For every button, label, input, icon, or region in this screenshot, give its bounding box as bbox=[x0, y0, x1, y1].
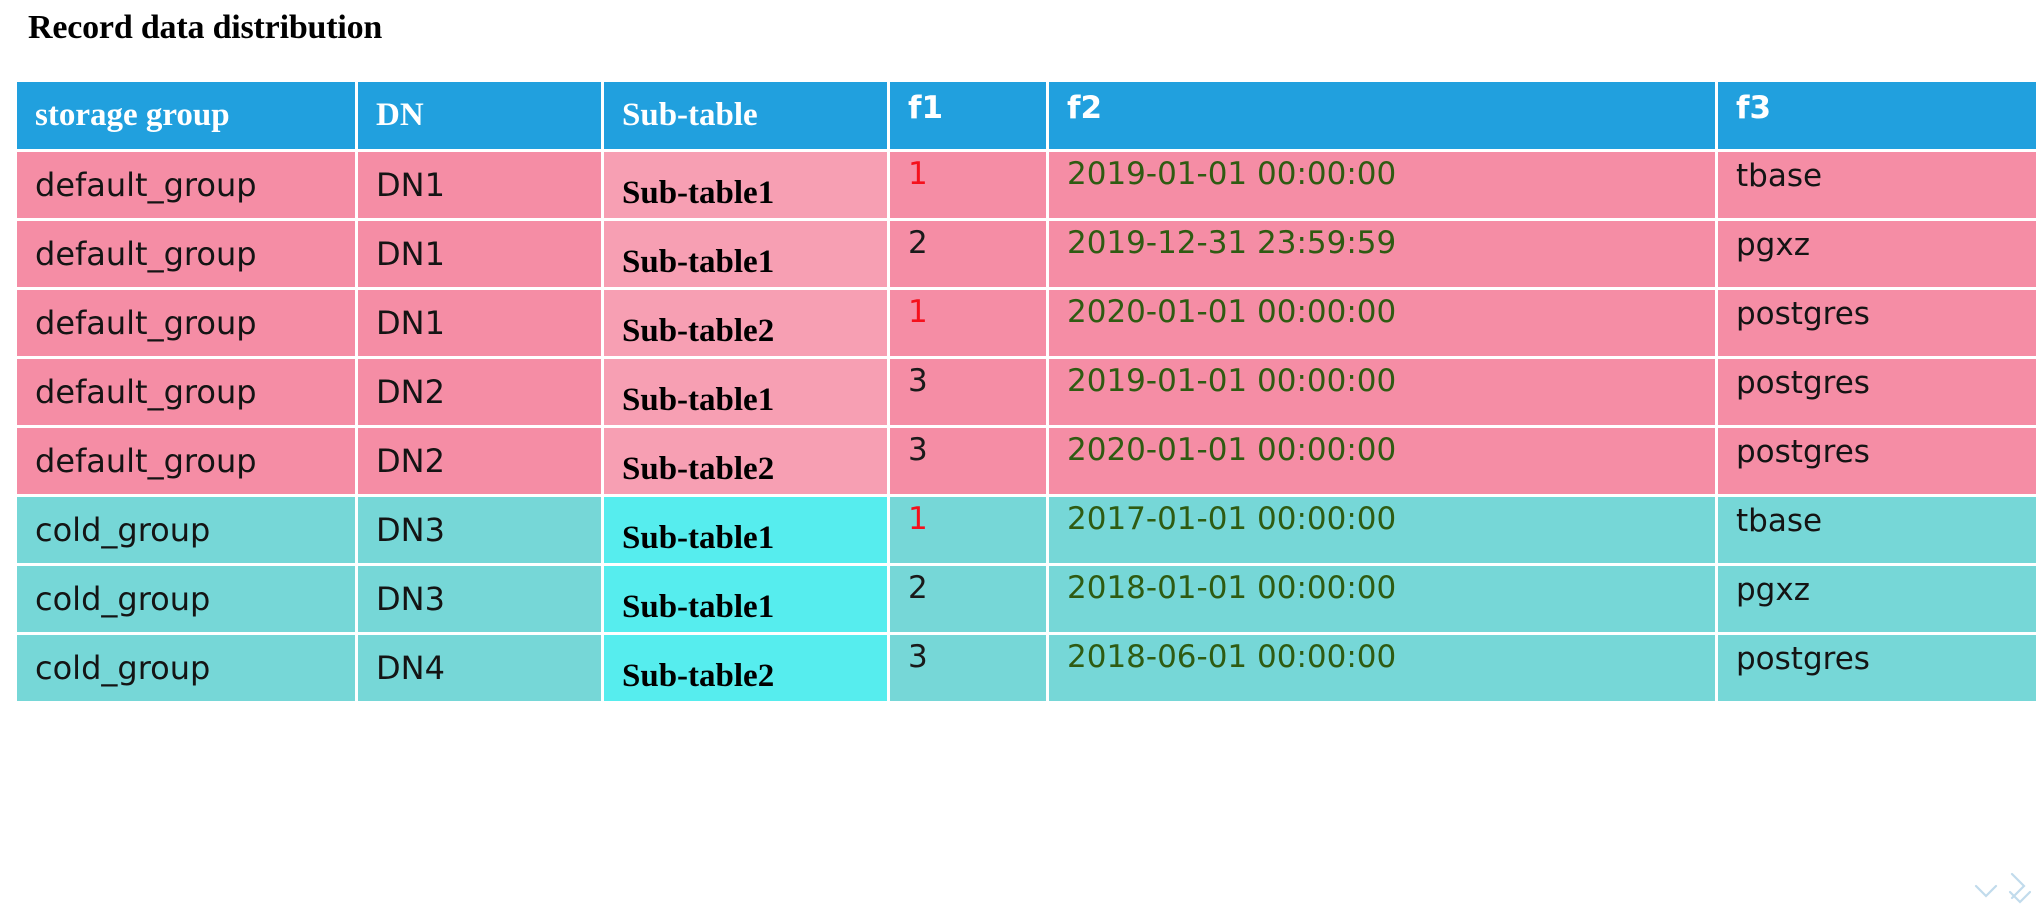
column-header-f2[interactable]: f2 bbox=[1049, 82, 1715, 149]
cell-f1: 3 bbox=[890, 635, 1046, 701]
table-row[interactable]: default_group DN1 Sub-table1 1 2019-01-01 00… bbox=[17, 152, 2036, 218]
cell-sub-table: Sub-table1 bbox=[604, 359, 887, 425]
cell-dn: DN1 bbox=[358, 152, 601, 218]
cell-f3: postgres bbox=[1718, 290, 2036, 356]
cell-storage-group: default_group bbox=[17, 221, 355, 287]
cell-f3: postgres bbox=[1718, 635, 2036, 701]
cell-f2: 2020-01-01 00:00:00 bbox=[1049, 290, 1715, 356]
cell-storage-group: default_group bbox=[17, 290, 355, 356]
cell-dn: DN2 bbox=[358, 359, 601, 425]
column-header-sub-table[interactable]: Sub-table bbox=[604, 82, 887, 149]
cell-dn: DN2 bbox=[358, 428, 601, 494]
cell-dn: DN3 bbox=[358, 497, 601, 563]
cell-f3: pgxz bbox=[1718, 221, 2036, 287]
cell-f1: 1 bbox=[890, 152, 1046, 218]
cell-sub-table: Sub-table1 bbox=[604, 221, 887, 287]
column-header-f1[interactable]: f1 bbox=[890, 82, 1046, 149]
cell-dn: DN4 bbox=[358, 635, 601, 701]
table-header: storage group DN Sub-table f1 f2 f3 bbox=[17, 82, 2036, 149]
record-distribution-table: storage group DN Sub-table f1 f2 f3 defa… bbox=[14, 79, 2036, 704]
record-distribution-table-wrap: storage group DN Sub-table f1 f2 f3 defa… bbox=[14, 79, 2036, 894]
cell-f1: 2 bbox=[890, 566, 1046, 632]
table-row[interactable]: default_group DN1 Sub-table2 1 2020-01-01 00… bbox=[17, 290, 2036, 356]
cell-storage-group: default_group bbox=[17, 152, 355, 218]
table-row[interactable]: cold_group DN4 Sub-table2 3 2018-06-01 00:00… bbox=[17, 635, 2036, 701]
table-row[interactable]: default_group DN2 Sub-table2 3 2020-01-01 00… bbox=[17, 428, 2036, 494]
column-header-dn[interactable]: DN bbox=[358, 82, 601, 149]
cell-f3: postgres bbox=[1718, 428, 2036, 494]
cell-sub-table: Sub-table2 bbox=[604, 428, 887, 494]
cell-f1: 1 bbox=[890, 290, 1046, 356]
cell-storage-group: default_group bbox=[17, 359, 355, 425]
cell-f2: 2017-01-01 00:00:00 bbox=[1049, 497, 1715, 563]
table-row[interactable]: cold_group DN3 Sub-table1 2 2018-01-01 00:00… bbox=[17, 566, 2036, 632]
cell-f1: 3 bbox=[890, 359, 1046, 425]
table-body: default_group DN1 Sub-table1 1 2019-01-01 00… bbox=[17, 152, 2036, 701]
cell-storage-group: default_group bbox=[17, 428, 355, 494]
cell-f3: pgxz bbox=[1718, 566, 2036, 632]
cell-f2: 2018-01-01 00:00:00 bbox=[1049, 566, 1715, 632]
column-header-f3[interactable]: f3 bbox=[1718, 82, 2036, 149]
cell-f1: 2 bbox=[890, 221, 1046, 287]
cell-storage-group: cold_group bbox=[17, 497, 355, 563]
page-root: Record data distribution storage group D… bbox=[0, 0, 2036, 908]
cell-storage-group: cold_group bbox=[17, 566, 355, 632]
cell-f2: 2019-01-01 00:00:00 bbox=[1049, 359, 1715, 425]
cell-f2: 2019-01-01 00:00:00 bbox=[1049, 152, 1715, 218]
cell-f3: tbase bbox=[1718, 152, 2036, 218]
cell-f2: 2018-06-01 00:00:00 bbox=[1049, 635, 1715, 701]
cell-storage-group: cold_group bbox=[17, 635, 355, 701]
table-row[interactable]: default_group DN2 Sub-table1 3 2019-01-01 00… bbox=[17, 359, 2036, 425]
cell-f1: 1 bbox=[890, 497, 1046, 563]
cell-f2: 2020-01-01 00:00:00 bbox=[1049, 428, 1715, 494]
cell-sub-table: Sub-table1 bbox=[604, 497, 887, 563]
cell-dn: DN3 bbox=[358, 566, 601, 632]
cell-f3: postgres bbox=[1718, 359, 2036, 425]
cell-sub-table: Sub-table1 bbox=[604, 566, 887, 632]
cell-sub-table: Sub-table2 bbox=[604, 290, 887, 356]
cell-f1: 3 bbox=[890, 428, 1046, 494]
column-header-storage-group[interactable]: storage group bbox=[17, 82, 355, 149]
table-row[interactable]: default_group DN1 Sub-table1 2 2019-12-31 23… bbox=[17, 221, 2036, 287]
cell-sub-table: Sub-table2 bbox=[604, 635, 887, 701]
cell-f2: 2019-12-31 23:59:59 bbox=[1049, 221, 1715, 287]
cell-sub-table: Sub-table1 bbox=[604, 152, 887, 218]
page-title: Record data distribution bbox=[28, 9, 383, 46]
cell-dn: DN1 bbox=[358, 221, 601, 287]
cell-dn: DN1 bbox=[358, 290, 601, 356]
cell-f3: tbase bbox=[1718, 497, 2036, 563]
table-row[interactable]: cold_group DN3 Sub-table1 1 2017-01-01 00:00… bbox=[17, 497, 2036, 563]
table-header-row: storage group DN Sub-table f1 f2 f3 bbox=[17, 82, 2036, 149]
